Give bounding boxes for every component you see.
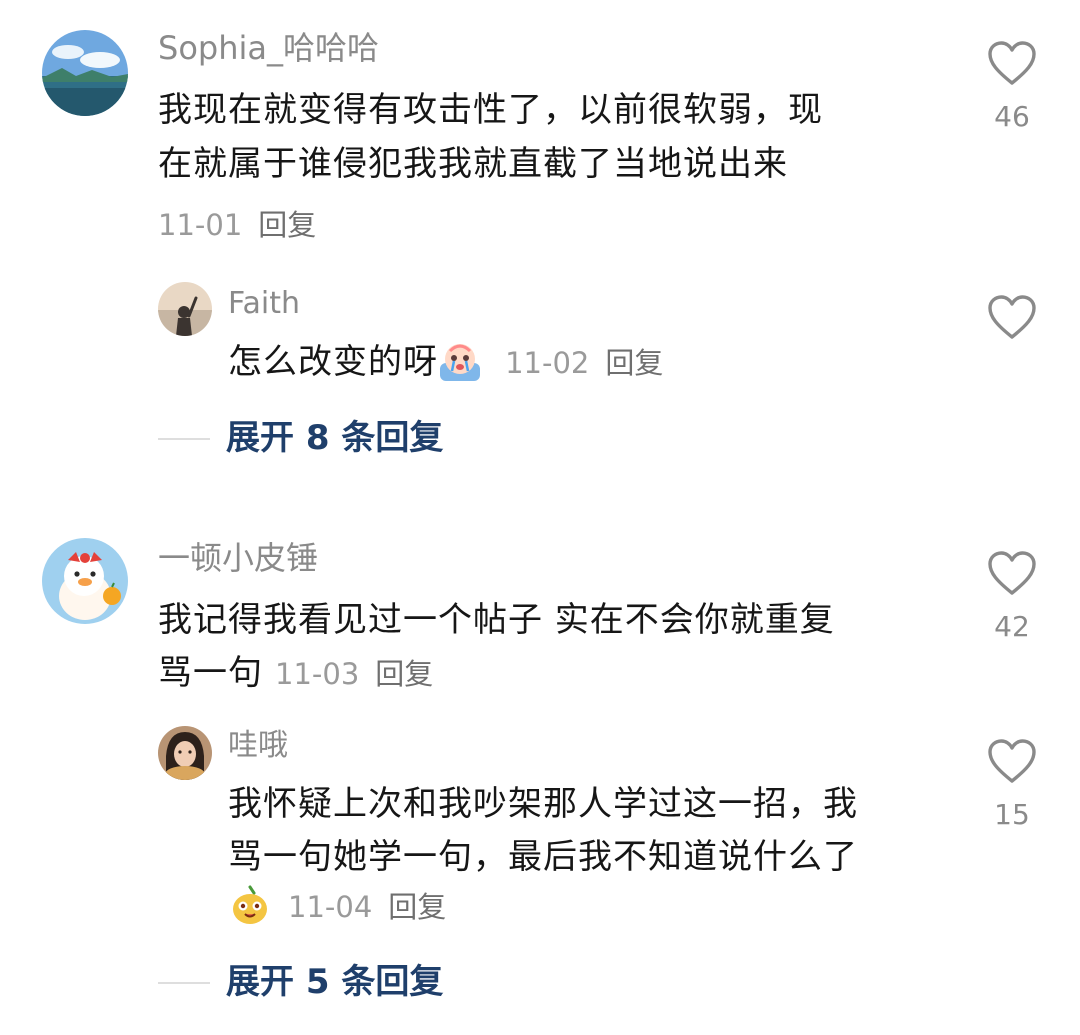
reply-button[interactable]: 回复 <box>605 346 663 380</box>
comment-text-line: 在就属于谁侵犯我我就直截了当地说出来 <box>158 144 788 184</box>
reply-meta: 11-04 回复 <box>228 883 446 927</box>
expand-divider <box>158 438 210 440</box>
like-button[interactable] <box>987 738 1037 784</box>
like-button[interactable] <box>987 294 1037 340</box>
comment-text-line: 骂一句 <box>158 653 263 693</box>
avatar-sophia[interactable] <box>42 30 128 116</box>
expand-divider <box>158 982 210 984</box>
heart-icon <box>988 41 1036 85</box>
smiling-fruit-emoji-icon <box>228 883 272 927</box>
avatar-waoo[interactable] <box>158 726 212 780</box>
reply-button[interactable]: 回复 <box>388 890 446 924</box>
avatar-faith[interactable] <box>158 282 212 336</box>
reply-button[interactable]: 回复 <box>258 208 316 242</box>
reply-date: 11-04 <box>288 890 373 924</box>
heart-icon <box>988 739 1036 783</box>
reply-date: 11-02 <box>505 346 590 380</box>
like-count: 46 <box>994 100 1030 133</box>
reply-username[interactable]: 哇哦 <box>228 726 288 766</box>
reply-text-line: 我怀疑上次和我吵架那人学过这一招，我 <box>228 784 858 824</box>
comment-username[interactable]: Sophia_哈哈哈 <box>158 28 379 68</box>
like-button[interactable] <box>987 40 1037 86</box>
avatar-yidun[interactable] <box>42 538 128 624</box>
girl-portrait-avatar-icon <box>158 726 212 780</box>
expand-replies-button[interactable]: 展开 8 条回复 <box>226 418 443 458</box>
like-count: 42 <box>994 610 1030 643</box>
reply-username[interactable]: Faith <box>228 284 300 324</box>
comment-date: 11-03 <box>275 657 360 691</box>
reply-button[interactable]: 回复 <box>375 657 433 691</box>
reply-text-row: 怎么改变的呀 11-02 回复 <box>228 334 663 391</box>
comment-text-line: 我现在就变得有攻击性了，以前很软弱，现 <box>158 90 823 130</box>
comment-text-line: 我记得我看见过一个帖子 实在不会你就重复 <box>158 600 835 640</box>
expand-replies-button[interactable]: 展开 5 条回复 <box>226 962 443 1002</box>
cartoon-duck-avatar-icon <box>42 538 128 624</box>
reply-text: 怎么改变的呀 <box>228 342 438 382</box>
heart-icon <box>988 295 1036 339</box>
comment-date: 11-01 <box>158 208 243 242</box>
crying-face-emoji-icon <box>438 339 482 383</box>
comment-meta: 11-01 回复 <box>158 202 316 244</box>
like-button[interactable] <box>987 550 1037 596</box>
like-count: 15 <box>994 798 1030 831</box>
comment-text-row: 骂一句 11-03 回复 <box>158 645 433 702</box>
reply-text-line: 骂一句她学一句，最后我不知道说什么了 <box>228 837 858 877</box>
heart-icon <box>988 551 1036 595</box>
ocean-landscape-avatar-icon <box>42 30 128 116</box>
comment-username[interactable]: 一顿小皮锤 <box>158 538 318 578</box>
person-at-sea-avatar-icon <box>158 282 212 336</box>
